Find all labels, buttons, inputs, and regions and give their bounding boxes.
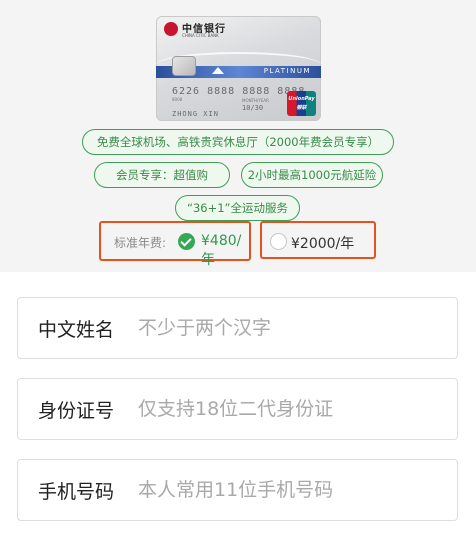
phone-field: 手机号码 [17,459,458,521]
name-field: 中文姓名 [17,297,458,359]
card-chip-icon [172,56,196,76]
card-member-since: 8008 [172,97,183,102]
house-icon [212,67,224,74]
card-selection-section: 中信银行 CHINA CITIC BANK PLATINUM 6226 8888… [0,0,476,272]
id-number-field: 身份证号 [17,378,458,440]
credit-card-image: 中信银行 CHINA CITIC BANK PLATINUM 6226 8888… [156,16,321,121]
fee-option-480[interactable]: 标准年费: ¥480/年 [99,221,251,268]
benefit-flight-delay: 2小时最高1000元航延险 [241,162,383,188]
fee-label: 标准年费: [114,236,167,250]
fee-price-2000: ¥2000/年 [291,236,355,252]
card-holder: ZHONG XIN [172,110,219,118]
benefit-lounge: 免费全球机场、高铁贵宾休息厅（2000年费会员专享） [82,129,394,155]
id-number-label: 身份证号 [38,400,115,422]
card-bank-en: CHINA CITIC BANK [182,33,219,38]
benefit-sports-service: “36+1”全运动服务 [175,195,300,221]
unionpay-logo-icon: UnionPay 银联 [287,91,316,116]
radio-unchecked-icon [270,233,287,250]
name-label: 中文姓名 [38,319,115,341]
check-icon [178,233,195,250]
bank-logo-icon [164,22,178,36]
phone-input[interactable] [138,475,438,505]
fee-price-480: ¥480/年 [201,233,242,268]
card-number: 6226 8888 8888 8888 [172,86,306,97]
card-valid-thru-label: MONTH/YEAR [242,98,269,103]
card-tier: PLATINUM [263,67,311,75]
name-input[interactable] [138,313,438,343]
card-expiry: 10/30 [242,104,264,112]
id-number-input[interactable] [138,394,438,424]
benefit-member-deals: 会员专享：超值购 [94,162,230,188]
fee-option-2000[interactable]: ¥2000/年 [260,221,376,259]
phone-label: 手机号码 [38,481,115,503]
